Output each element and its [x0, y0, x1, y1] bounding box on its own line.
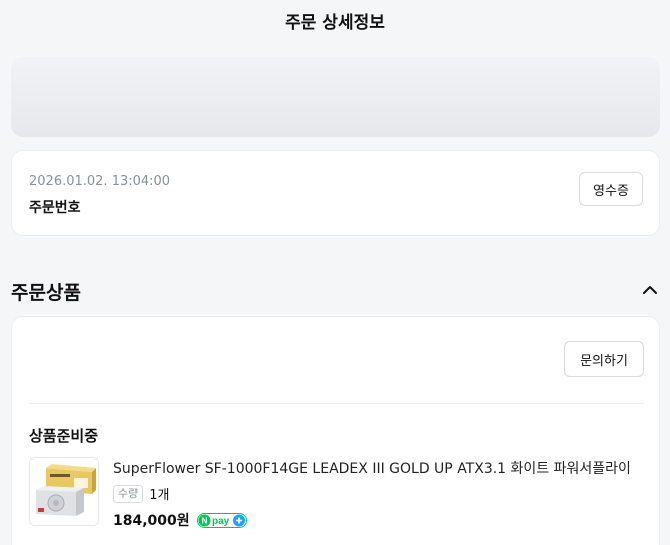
order-items-card: 문의하기 상품준비중 SuperFlower SF-1000F14GE LEAD…: [11, 316, 660, 545]
quantity-label: 수량: [113, 484, 144, 503]
order-date: 2026.01.02. 13:04:00: [29, 174, 171, 189]
page-header: 주문 상세정보: [0, 0, 670, 40]
npay-badge: N pay: [196, 512, 247, 528]
product-thumbnail[interactable]: [29, 457, 99, 526]
order-info-card: 2026.01.02. 13:04:00 주문번호 영수증: [11, 150, 660, 236]
product-name[interactable]: SuperFlower SF-1000F14GE LEADEX III GOLD…: [113, 458, 643, 478]
order-items-section-header: 주문상품: [11, 276, 660, 306]
power-supply-image: [30, 458, 98, 525]
price-row: 184,000원 N pay: [113, 510, 247, 530]
quantity-value: 1개: [149, 488, 170, 503]
npay-icon: N pay: [196, 512, 247, 528]
order-number-label: 주문번호: [29, 200, 81, 216]
product-price: 184,000원: [113, 513, 190, 529]
banner-placeholder: [11, 57, 660, 137]
order-status: 상품준비중: [29, 427, 99, 445]
divider: [29, 403, 644, 404]
inquiry-button[interactable]: 문의하기: [564, 341, 644, 377]
quantity-row: 수량 1개: [113, 484, 169, 503]
page-title: 주문 상세정보: [285, 12, 385, 33]
section-title: 주문상품: [11, 282, 81, 304]
svg-text:pay: pay: [212, 516, 230, 527]
svg-text:N: N: [201, 516, 207, 525]
receipt-button[interactable]: 영수증: [579, 172, 643, 206]
chevron-up-icon[interactable]: [642, 282, 658, 298]
